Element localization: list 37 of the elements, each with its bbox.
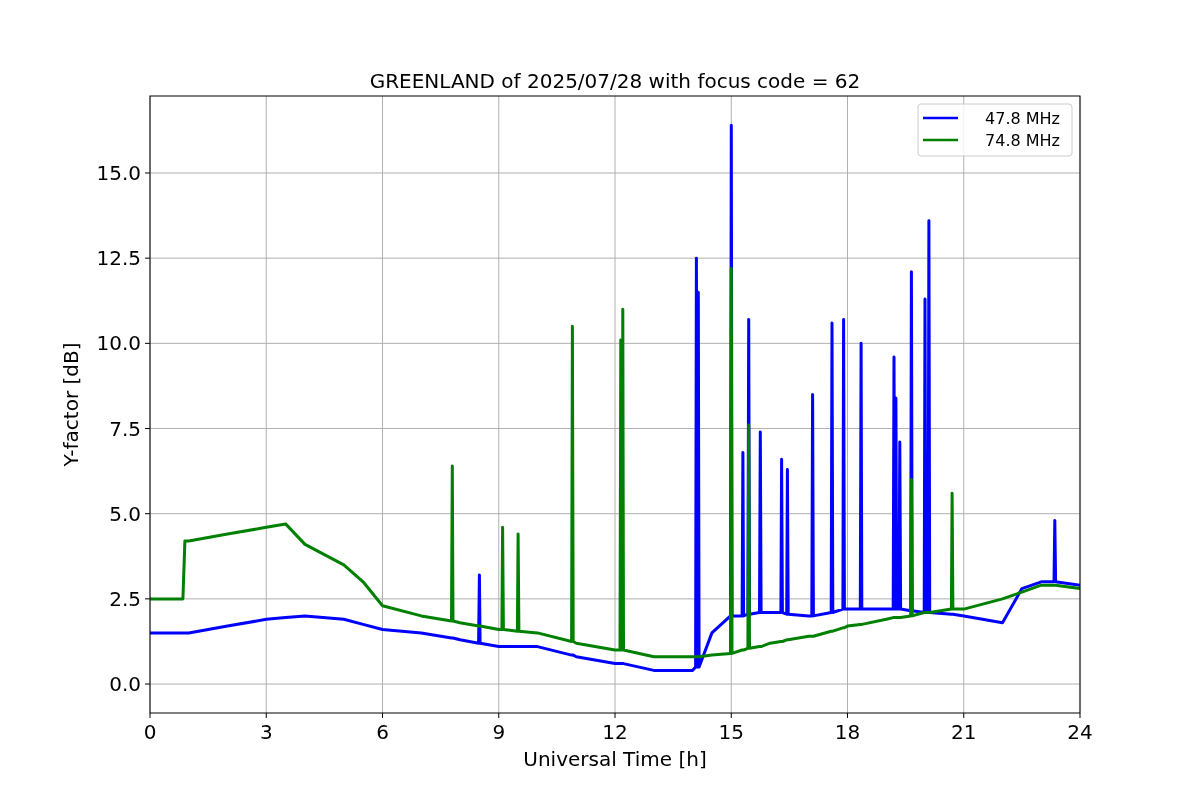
- x-tick-label: 9: [492, 720, 506, 744]
- x-tick-label: 6: [376, 720, 389, 744]
- y-tick-label: 5.0: [109, 501, 141, 526]
- x-tick-label: 15: [718, 720, 744, 744]
- tick-mark: [144, 428, 151, 429]
- tick-mark: [265, 712, 267, 719]
- tick-mark: [614, 712, 616, 719]
- tick-mark: [144, 683, 151, 685]
- tick-mark: [382, 712, 383, 719]
- tick-mark: [144, 513, 151, 515]
- tick-mark: [847, 712, 848, 719]
- tick-mark: [963, 712, 965, 719]
- x-tick-label: 12: [602, 720, 628, 744]
- tick-mark: [144, 342, 151, 344]
- x-tick-label: 21: [951, 720, 977, 744]
- y-tick-label: 10.0: [96, 331, 141, 356]
- y-tick-label: 7.5: [109, 416, 141, 441]
- legend-label: 47.8 MHz: [985, 109, 1060, 128]
- y-tick-label: 0.0: [109, 672, 141, 697]
- y-tick-label: 12.5: [96, 246, 141, 271]
- chart-title: GREENLAND of 2025/07/28 with focus code = 62: [369, 69, 861, 93]
- tick-mark: [1079, 712, 1081, 719]
- y-tick-label: 15.0: [96, 161, 141, 185]
- y-tick-label: 2.5: [109, 586, 141, 611]
- tick-mark: [144, 257, 151, 259]
- tick-mark: [730, 712, 732, 719]
- tick-mark: [149, 712, 151, 719]
- x-axis-label: Universal Time [h]: [523, 747, 707, 771]
- tick-mark: [144, 172, 151, 174]
- x-tick-label: 24: [1067, 720, 1093, 744]
- tick-mark: [144, 598, 151, 600]
- x-tick-label: 0: [143, 720, 157, 744]
- tick-mark: [498, 712, 500, 719]
- x-tick-label: 18: [834, 720, 861, 744]
- y-axis-label: Y-factor [dB]: [59, 342, 83, 467]
- legend-label: 74.8 MHz: [985, 131, 1060, 150]
- x-tick-label: 3: [259, 720, 273, 744]
